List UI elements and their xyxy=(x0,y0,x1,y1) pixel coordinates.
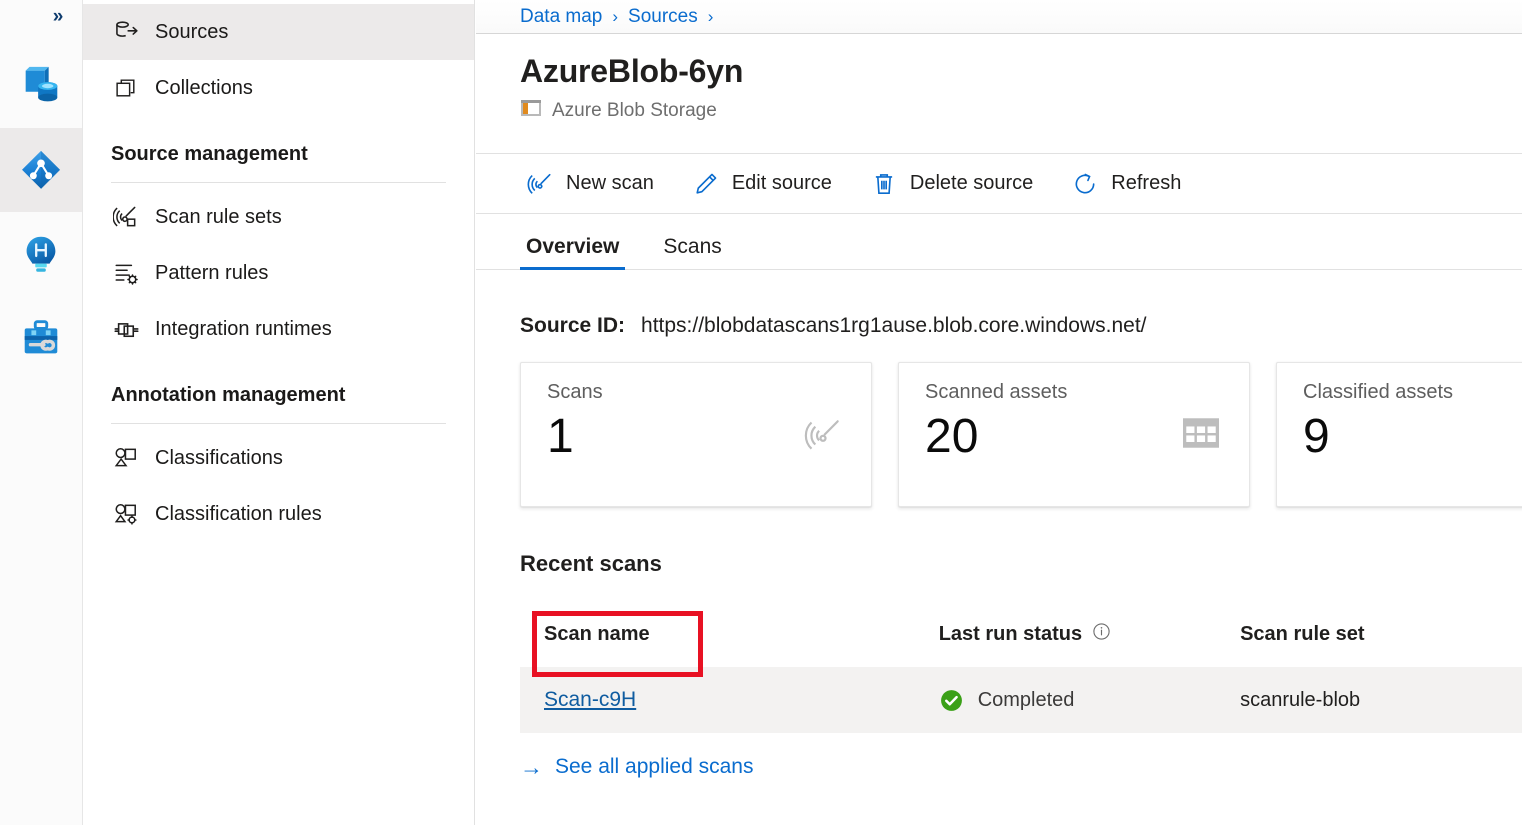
table-header-row: Scan name Last run status Scan rule set xyxy=(520,601,1522,667)
chevron-right-icon: › xyxy=(708,7,714,27)
source-icon xyxy=(111,17,141,47)
sidebar-item-label: Integration runtimes xyxy=(155,318,332,341)
sidebar-item-label: Sources xyxy=(155,21,228,44)
source-id-row: Source ID: https://blobdatascans1rg1ause… xyxy=(476,314,1522,338)
new-scan-button[interactable]: New scan xyxy=(520,162,660,206)
integration-runtimes-icon xyxy=(111,314,141,344)
management-toolbox-icon xyxy=(18,315,64,361)
sidebar-item-label: Collections xyxy=(155,77,253,100)
column-header-label: Last run status xyxy=(939,623,1082,646)
metric-cards: Scans 1 Scanned assets 20 xyxy=(476,362,1522,507)
source-type-row: Azure Blob Storage xyxy=(520,98,1522,123)
metric-value: 9 xyxy=(1303,407,1330,467)
expand-rail-icon[interactable]: » xyxy=(40,2,74,32)
pattern-rules-icon xyxy=(111,258,141,288)
status-badge: Completed xyxy=(978,689,1075,712)
collections-icon xyxy=(111,73,141,103)
column-header-scan-rule-set: Scan rule set xyxy=(1240,623,1522,646)
recent-scans-heading: Recent scans xyxy=(476,551,1522,577)
insights-lightbulb-icon xyxy=(18,231,64,277)
source-type-label: Azure Blob Storage xyxy=(552,100,717,122)
command-toolbar: New scan Edit source Delete source xyxy=(476,154,1522,214)
cell-scan-rule-set: scanrule-blob xyxy=(1240,689,1522,712)
classification-rules-icon xyxy=(111,499,141,529)
sidebar-section-source-management: Source management xyxy=(83,116,474,170)
sidebar-item-pattern-rules[interactable]: Pattern rules xyxy=(83,245,474,301)
data-map-icon xyxy=(18,147,64,193)
main-content: Data map › Sources › AzureBlob-6yn Azure… xyxy=(476,0,1522,825)
info-icon[interactable] xyxy=(1092,622,1111,647)
rail-item-data-catalog[interactable] xyxy=(0,44,82,128)
sidebar-divider xyxy=(111,182,446,183)
metric-label: Scanned assets xyxy=(925,381,1067,404)
source-id-value: https://blobdatascans1rg1ause.blob.core.… xyxy=(641,314,1147,338)
sidebar-item-label: Classifications xyxy=(155,447,283,470)
scan-icon xyxy=(526,170,554,198)
breadcrumb: Data map › Sources › xyxy=(476,0,1522,34)
title-block: AzureBlob-6yn Azure Blob Storage xyxy=(476,34,1522,154)
metric-value: 1 xyxy=(547,407,574,467)
scan-icon xyxy=(803,415,843,455)
metric-label: Classified assets xyxy=(1303,381,1453,404)
sidebar-section-annotation-management: Annotation management xyxy=(83,357,474,411)
edit-source-button[interactable]: Edit source xyxy=(686,162,838,206)
left-icon-rail: » xyxy=(0,0,83,825)
metric-value: 20 xyxy=(925,407,978,467)
cell-scan-name: Scan-c9H xyxy=(520,688,939,712)
refresh-button[interactable]: Refresh xyxy=(1065,162,1187,206)
rail-item-management[interactable] xyxy=(0,296,82,380)
trash-icon xyxy=(870,170,898,198)
see-all-label: See all applied scans xyxy=(555,755,753,779)
recent-scans-table: Scan name Last run status Scan rule set … xyxy=(476,601,1522,733)
breadcrumb-item-sources[interactable]: Sources xyxy=(628,6,698,28)
scan-rule-sets-icon xyxy=(111,202,141,232)
tab-overview[interactable]: Overview xyxy=(520,235,625,269)
chevron-right-icon: › xyxy=(612,7,618,27)
table-row[interactable]: Scan-c9H Completed scanrule-blob xyxy=(520,667,1522,733)
pencil-icon xyxy=(692,170,720,198)
see-all-applied-scans-link[interactable]: → See all applied scans xyxy=(476,755,1522,779)
sidebar-item-sources[interactable]: Sources xyxy=(83,4,474,60)
sidebar-item-classification-rules[interactable]: Classification rules xyxy=(83,486,474,542)
metric-card-scans[interactable]: Scans 1 xyxy=(520,362,872,507)
metric-card-classified-assets[interactable]: Classified assets 9 xyxy=(1276,362,1522,507)
new-scan-label: New scan xyxy=(566,172,654,195)
tab-scans[interactable]: Scans xyxy=(657,235,727,269)
table-icon xyxy=(1181,415,1221,455)
page-title: AzureBlob-6yn xyxy=(520,50,1522,92)
tab-bar: Overview Scans xyxy=(476,214,1522,270)
sidebar-item-scan-rule-sets[interactable]: Scan rule sets xyxy=(83,189,474,245)
delete-source-button[interactable]: Delete source xyxy=(864,162,1039,206)
scan-name-link[interactable]: Scan-c9H xyxy=(544,688,636,712)
cell-last-run-status: Completed xyxy=(939,688,1240,713)
source-id-label: Source ID: xyxy=(520,314,625,338)
rail-item-data-map[interactable] xyxy=(0,128,82,212)
breadcrumb-item-data-map[interactable]: Data map xyxy=(520,6,602,28)
edit-source-label: Edit source xyxy=(732,172,832,195)
data-catalog-icon xyxy=(18,63,64,109)
checkmark-circle-icon xyxy=(939,688,964,713)
azure-blob-storage-icon xyxy=(520,98,542,123)
delete-source-label: Delete source xyxy=(910,172,1033,195)
refresh-label: Refresh xyxy=(1111,172,1181,195)
column-header-last-run-status: Last run status xyxy=(939,622,1240,647)
sidebar-item-integration-runtimes[interactable]: Integration runtimes xyxy=(83,301,474,357)
sidebar-item-label: Classification rules xyxy=(155,503,322,526)
rail-item-insights[interactable] xyxy=(0,212,82,296)
arrow-right-icon: → xyxy=(520,756,543,779)
nav-panel: Sources Collections Source management Sc… xyxy=(83,0,475,825)
classifications-icon xyxy=(111,443,141,473)
metric-label: Scans xyxy=(547,381,603,404)
refresh-icon xyxy=(1071,170,1099,198)
sidebar-item-label: Scan rule sets xyxy=(155,206,282,229)
column-header-scan-name: Scan name xyxy=(520,623,939,646)
metric-card-scanned-assets[interactable]: Scanned assets 20 xyxy=(898,362,1250,507)
sidebar-item-collections[interactable]: Collections xyxy=(83,60,474,116)
sidebar-item-classifications[interactable]: Classifications xyxy=(83,430,474,486)
sidebar-item-label: Pattern rules xyxy=(155,262,268,285)
sidebar-divider xyxy=(111,423,446,424)
